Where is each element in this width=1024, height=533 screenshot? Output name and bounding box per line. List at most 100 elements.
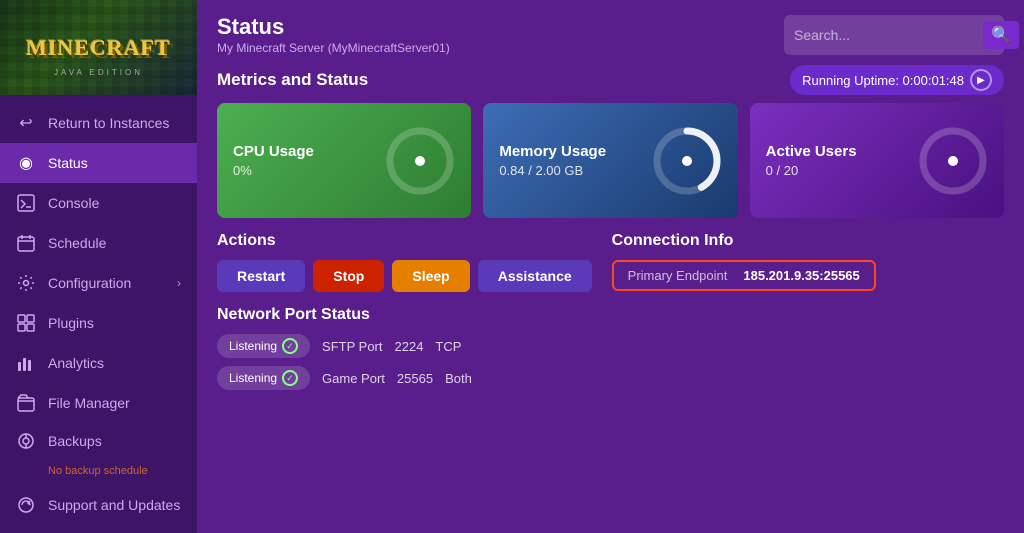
actions-section: Actions Restart Stop Sleep Assistance (217, 232, 592, 292)
cpu-metric-card: CPU Usage 0% (217, 103, 471, 218)
actions-title: Actions (217, 232, 592, 250)
sidebar-label-configuration: Configuration (48, 275, 131, 291)
header-title-area: Status My Minecraft Server (MyMinecraftS… (217, 14, 450, 55)
memory-value: 0.84 / 2.00 GB (499, 163, 606, 178)
search-button[interactable]: 🔍 (983, 21, 1019, 49)
sidebar-item-schedule[interactable]: Schedule (0, 223, 197, 263)
memory-metric-card: Memory Usage 0.84 / 2.00 GB (483, 103, 737, 218)
game-port-row: Listening ✓ Game Port 25565 Both (217, 366, 1004, 390)
users-metric-card: Active Users 0 / 20 (750, 103, 1004, 218)
sidebar-item-console[interactable]: Console (0, 183, 197, 223)
sftp-protocol: TCP (435, 339, 461, 354)
connection-title: Connection Info (612, 232, 1004, 250)
sidebar-item-status[interactable]: ◉ Status (0, 143, 197, 183)
sidebar: MINECRAFT JAVA EDITION ↩ Return to Insta… (0, 0, 197, 533)
minecraft-logo-sub: JAVA EDITION (54, 68, 143, 77)
sidebar-label-backups: Backups (48, 433, 102, 449)
minecraft-logo-text: MINECRAFT (26, 35, 171, 61)
sleep-button[interactable]: Sleep (392, 260, 469, 292)
cpu-ring-center (415, 156, 425, 166)
sidebar-item-support[interactable]: Support and Updates (0, 485, 197, 525)
sidebar-label-console: Console (48, 195, 99, 211)
game-status-badge: Listening ✓ (217, 366, 310, 390)
main-content: Status My Minecraft Server (MyMinecraftS… (197, 0, 1024, 533)
cpu-ring (385, 126, 455, 196)
sftp-port-number: 2224 (395, 339, 424, 354)
memory-info: Memory Usage 0.84 / 2.00 GB (499, 143, 606, 178)
sidebar-label-file-manager: File Manager (48, 395, 130, 411)
memory-ring-center (682, 156, 692, 166)
metrics-header: Metrics and Status Running Uptime: 0:00:… (217, 65, 1004, 95)
cpu-info: CPU Usage 0% (233, 143, 314, 178)
metrics-cards-row: CPU Usage 0% Memory Usage (217, 103, 1004, 218)
restart-button[interactable]: Restart (217, 260, 305, 292)
configuration-icon (16, 273, 36, 293)
users-value: 0 / 20 (766, 163, 857, 178)
uptime-label: Running Uptime: 0:00:01:48 (802, 73, 964, 88)
page-subtitle: My Minecraft Server (MyMinecraftServer01… (217, 41, 450, 55)
sidebar-logo: MINECRAFT JAVA EDITION (0, 0, 197, 95)
sidebar-label-schedule: Schedule (48, 235, 106, 251)
file-manager-icon (16, 393, 36, 413)
sidebar-item-file-manager[interactable]: File Manager (0, 383, 197, 423)
memory-ring (652, 126, 722, 196)
stop-button[interactable]: Stop (313, 260, 384, 292)
metrics-section: Metrics and Status Running Uptime: 0:00:… (217, 65, 1004, 218)
uptime-play-button[interactable]: ▶ (970, 69, 992, 91)
sidebar-item-plugins[interactable]: Plugins (0, 303, 197, 343)
sidebar-item-configuration[interactable]: Configuration › (0, 263, 197, 303)
uptime-badge: Running Uptime: 0:00:01:48 ▶ (790, 65, 1004, 95)
endpoint-label: Primary Endpoint (628, 268, 728, 283)
game-check-icon: ✓ (282, 370, 298, 386)
search-input[interactable] (794, 27, 975, 43)
sftp-port-row: Listening ✓ SFTP Port 2224 TCP (217, 334, 1004, 358)
sidebar-navigation: ↩ Return to Instances ◉ Status Console (0, 95, 197, 533)
sidebar-label-support: Support and Updates (48, 497, 180, 513)
sidebar-label-return: Return to Instances (48, 115, 169, 131)
game-status-label: Listening (229, 371, 277, 385)
game-port-label: Game Port (322, 371, 385, 386)
sidebar-item-return-to-instances[interactable]: ↩ Return to Instances (0, 103, 197, 143)
sftp-port-label: SFTP Port (322, 339, 382, 354)
actions-buttons: Restart Stop Sleep Assistance (217, 260, 592, 292)
assistance-button[interactable]: Assistance (478, 260, 592, 292)
console-icon (16, 193, 36, 213)
game-port-number: 25565 (397, 371, 433, 386)
sidebar-item-analytics[interactable]: Analytics (0, 343, 197, 383)
configuration-arrow-icon: › (177, 276, 181, 290)
backups-icon (16, 431, 36, 451)
return-icon: ↩ (16, 113, 36, 133)
header: Status My Minecraft Server (MyMinecraftS… (197, 0, 1024, 65)
plugins-icon (16, 313, 36, 333)
sidebar-label-analytics: Analytics (48, 355, 104, 371)
sftp-status-label: Listening (229, 339, 277, 353)
content-area: Metrics and Status Running Uptime: 0:00:… (197, 65, 1024, 533)
endpoint-value: 185.201.9.35:25565 (743, 268, 859, 283)
sidebar-label-plugins: Plugins (48, 315, 94, 331)
sftp-check-icon: ✓ (282, 338, 298, 354)
sidebar-item-backups[interactable]: Backups No backup schedule (0, 423, 197, 485)
page-title: Status (217, 14, 450, 40)
game-protocol: Both (445, 371, 472, 386)
users-info: Active Users 0 / 20 (766, 143, 857, 178)
backup-schedule-status: No backup schedule (48, 465, 148, 477)
cpu-name: CPU Usage (233, 143, 314, 160)
endpoint-box: Primary Endpoint 185.201.9.35:25565 (612, 260, 876, 291)
analytics-icon (16, 353, 36, 373)
network-section: Network Port Status Listening ✓ SFTP Por… (217, 306, 1004, 398)
sidebar-label-status: Status (48, 155, 88, 171)
metrics-title: Metrics and Status (217, 70, 368, 90)
search-bar[interactable]: 🔍 (784, 15, 1004, 55)
memory-name: Memory Usage (499, 143, 606, 160)
status-icon: ◉ (16, 153, 36, 173)
actions-connection-row: Actions Restart Stop Sleep Assistance Co… (217, 232, 1004, 292)
connection-section: Connection Info Primary Endpoint 185.201… (612, 232, 1004, 292)
sftp-status-badge: Listening ✓ (217, 334, 310, 358)
users-ring-center (948, 156, 958, 166)
cpu-value: 0% (233, 163, 314, 178)
users-ring (918, 126, 988, 196)
support-icon (16, 495, 36, 515)
users-name: Active Users (766, 143, 857, 160)
schedule-icon (16, 233, 36, 253)
network-title: Network Port Status (217, 306, 1004, 324)
